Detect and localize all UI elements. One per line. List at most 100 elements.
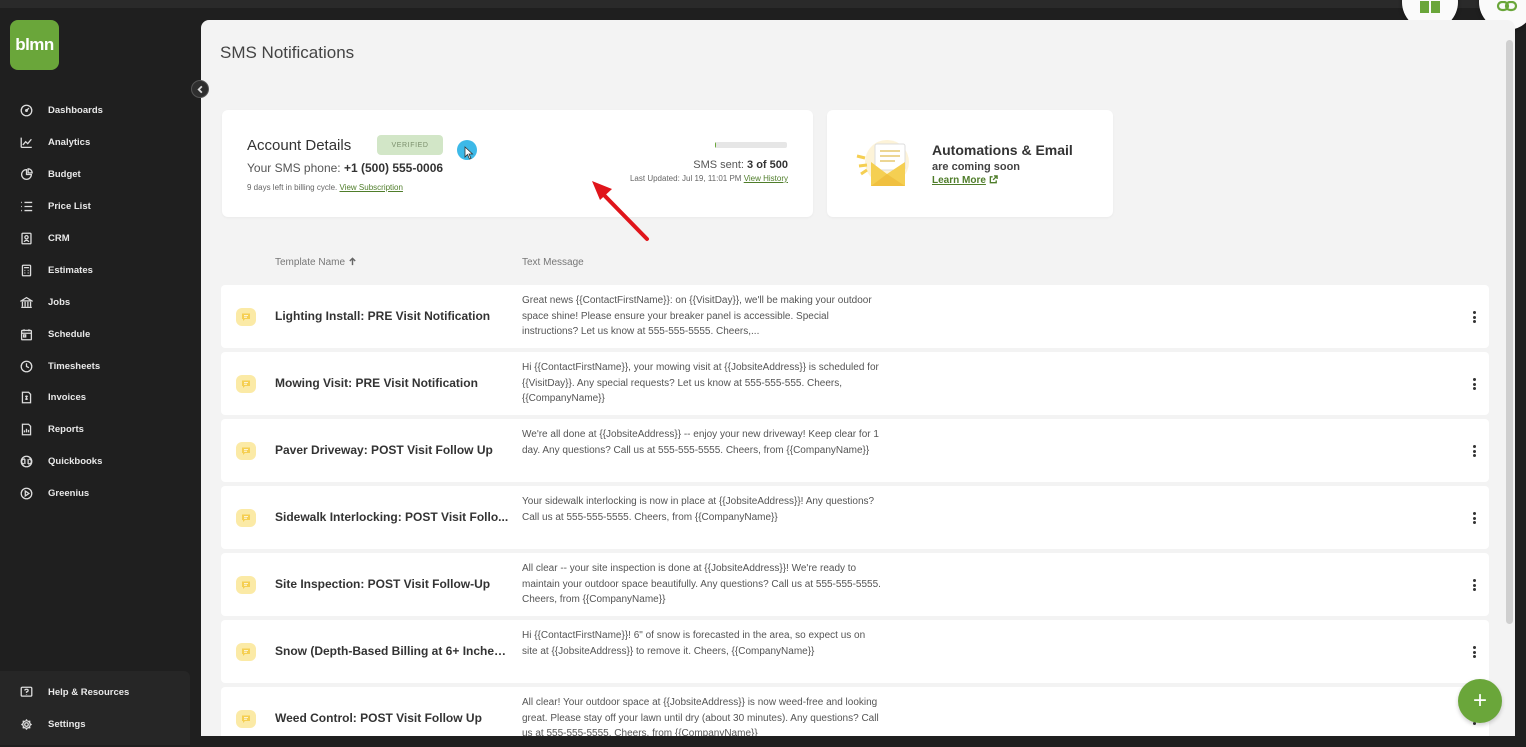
sms-sent-label: SMS sent: — [693, 159, 748, 171]
invoice-icon — [19, 391, 33, 405]
template-row[interactable]: Sidewalk Interlocking: POST Visit Follo.… — [221, 486, 1489, 549]
template-name: Weed Control: POST Visit Follow Up — [275, 711, 482, 725]
template-row[interactable]: Paver Driveway: POST Visit Follow Up We'r… — [221, 419, 1489, 482]
sidebar-item-jobs[interactable]: Jobs — [0, 286, 200, 318]
sidebar-item-crm[interactable]: CRM — [0, 223, 200, 255]
automations-title: Automations & Email — [932, 142, 1073, 158]
sidebar-item-label: Invoices — [48, 392, 87, 404]
quickbooks-icon — [19, 455, 33, 469]
sidebar-item-label: Reports — [48, 424, 84, 436]
message-bubble-icon — [236, 710, 256, 728]
row-menu-kebab-icon[interactable] — [1470, 644, 1478, 660]
sidebar-item-settings[interactable]: Settings — [0, 709, 190, 741]
template-row[interactable]: Snow (Depth-Based Billing at 6+ Inches..… — [221, 620, 1489, 683]
sidebar-item-label: Price List — [48, 201, 91, 213]
sidebar-item-label: Help & Resources — [48, 687, 130, 699]
sidebar-item-label: Schedule — [48, 328, 91, 340]
external-link-icon — [989, 175, 998, 184]
top-bar — [0, 0, 1526, 8]
sidebar-item-greenius[interactable]: Greenius — [0, 478, 200, 510]
template-row[interactable]: Weed Control: POST Visit Follow Up All cl… — [221, 687, 1489, 736]
billing-cycle: 9 days left in billing cycle. View Subsc… — [247, 183, 403, 192]
view-subscription-link[interactable]: View Subscription — [340, 183, 403, 192]
gear-icon — [19, 718, 33, 732]
sms-phone-number: +1 (500) 555-0006 — [343, 161, 444, 175]
sms-phone: Your SMS phone: +1 (500) 555-0006 — [247, 161, 443, 175]
scrollbar[interactable] — [1506, 40, 1513, 624]
account-details-card: Account Details VERIFIED Your SMS phone:… — [222, 110, 813, 217]
contact-card-icon — [19, 232, 33, 246]
sidebar-item-label: Jobs — [48, 296, 71, 308]
column-header-template-name-label: Template Name — [275, 257, 346, 268]
template-row[interactable]: Lighting Install: PRE Visit Notification… — [221, 285, 1489, 348]
learn-more-label: Learn More — [932, 175, 986, 186]
mouse-cursor-highlight — [457, 140, 477, 160]
sidebar: blmn Dashboards Analytics Budget Price List… — [0, 8, 200, 747]
automations-card: Automations & Email are coming soon Lear… — [827, 110, 1113, 217]
sidebar-item-label: Budget — [48, 169, 81, 181]
learn-more-link[interactable]: Learn More — [932, 175, 998, 186]
template-name: Paver Driveway: POST Visit Follow Up — [275, 443, 493, 457]
logo[interactable]: blmn — [10, 20, 59, 70]
red-arrow-annotation — [592, 181, 649, 241]
add-template-button[interactable]: + — [1458, 679, 1502, 723]
building-icon — [19, 295, 33, 309]
line-chart-icon — [19, 136, 33, 150]
sidebar-item-reports[interactable]: Reports — [0, 414, 200, 446]
sidebar-item-label: Greenius — [48, 488, 90, 500]
template-message: All clear! Your outdoor space at {{Jobsi… — [522, 697, 879, 736]
sms-usage-progress — [715, 142, 787, 148]
gauge-icon — [19, 104, 33, 118]
play-circle-icon — [19, 487, 33, 501]
verified-badge: VERIFIED — [377, 135, 443, 155]
template-message: Your sidewalk interlocking is now in pla… — [522, 496, 875, 523]
calculator-icon — [19, 263, 33, 277]
message-bubble-icon — [236, 375, 256, 393]
sidebar-item-help-resources[interactable]: Help & Resources — [0, 677, 190, 709]
sidebar-item-label: Timesheets — [48, 360, 101, 372]
message-bubble-icon — [236, 576, 256, 594]
column-header-template-name[interactable]: Template Name — [275, 257, 357, 268]
calendar-icon — [19, 327, 33, 341]
sidebar-item-budget[interactable]: Budget — [0, 159, 200, 191]
sort-ascending-icon — [349, 257, 356, 266]
sidebar-nav: Dashboards Analytics Budget Price List CRM Es… — [0, 95, 200, 510]
sidebar-item-invoices[interactable]: Invoices — [0, 382, 200, 414]
message-bubble-icon — [236, 643, 256, 661]
automations-subtitle: are coming soon — [932, 161, 1021, 173]
chevron-left-icon — [196, 85, 202, 93]
sidebar-item-analytics[interactable]: Analytics — [0, 127, 200, 159]
page-title: SMS Notifications — [220, 43, 355, 62]
row-menu-kebab-icon[interactable] — [1470, 577, 1478, 593]
template-name: Site Inspection: POST Visit Follow-Up — [275, 577, 491, 591]
collapse-sidebar-button[interactable] — [191, 80, 209, 98]
row-menu-kebab-icon[interactable] — [1470, 443, 1478, 459]
account-details-title: Account Details — [247, 137, 352, 154]
sidebar-item-estimates[interactable]: Estimates — [0, 254, 200, 286]
row-menu-kebab-icon[interactable] — [1470, 376, 1478, 392]
sidebar-item-label: CRM — [48, 233, 70, 244]
row-menu-kebab-icon[interactable] — [1470, 510, 1478, 526]
template-name: Mowing Visit: PRE Visit Notification — [275, 376, 478, 390]
sms-sent: SMS sent: 3 of 500 — [693, 159, 788, 171]
template-name: Lighting Install: PRE Visit Notification — [275, 309, 491, 323]
list-icon — [19, 200, 33, 214]
billing-text: 9 days left in billing cycle. — [247, 183, 340, 192]
pie-chart-icon — [19, 168, 33, 182]
sidebar-item-quickbooks[interactable]: Quickbooks — [0, 446, 200, 478]
template-message: All clear -- your site inspection is don… — [522, 563, 881, 606]
template-message: Hi {{ContactFirstName}}! 6" of snow is f… — [522, 630, 866, 657]
template-row[interactable]: Mowing Visit: PRE Visit Notification Hi {… — [221, 352, 1489, 415]
sidebar-item-timesheets[interactable]: Timesheets — [0, 350, 200, 382]
row-menu-kebab-icon[interactable] — [1470, 309, 1478, 325]
envelope-illustration-icon — [856, 140, 909, 186]
sidebar-item-dashboards[interactable]: Dashboards — [0, 95, 200, 127]
template-row[interactable]: Site Inspection: POST Visit Follow-Up All… — [221, 553, 1489, 616]
sidebar-item-price-list[interactable]: Price List — [0, 191, 200, 223]
view-history-link[interactable]: View History — [744, 174, 788, 183]
sidebar-bottom-nav: Help & Resources Settings — [0, 671, 190, 745]
sms-sent-value: 3 of 500 — [747, 159, 788, 171]
sidebar-item-label: Settings — [48, 719, 86, 731]
sidebar-item-schedule[interactable]: Schedule — [0, 318, 200, 350]
column-header-text-message: Text Message — [522, 257, 584, 268]
